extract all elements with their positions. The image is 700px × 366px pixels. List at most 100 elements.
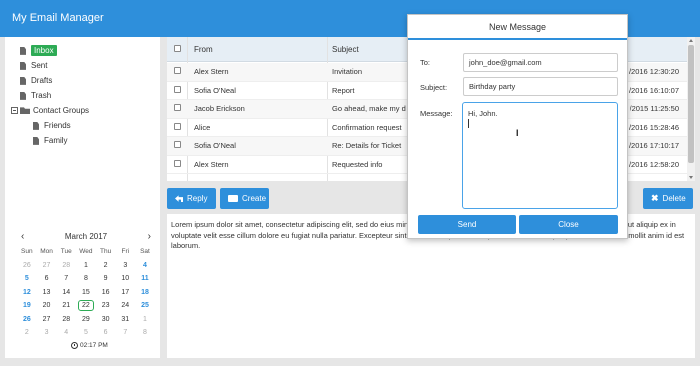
calendar-day[interactable]: 2 [96, 259, 116, 273]
calendar-day[interactable]: 29 [76, 313, 96, 327]
folder-item-drafts[interactable]: Drafts [11, 73, 156, 88]
collapse-toggle-icon[interactable] [11, 107, 18, 115]
row-select-cell [174, 82, 181, 101]
scroll-down-arrow-icon[interactable] [689, 176, 693, 179]
folder-label: Contact Groups [33, 106, 90, 115]
calendar-day[interactable]: 8 [76, 272, 96, 286]
calendar-day[interactable]: 6 [37, 272, 57, 286]
close-button[interactable]: Close [519, 215, 618, 234]
row-checkbox[interactable] [174, 141, 181, 148]
delete-button[interactable]: ✖ Delete [643, 188, 693, 209]
calendar-today[interactable]: 22 [78, 300, 94, 311]
calendar-day[interactable]: 12 [17, 286, 37, 300]
file-icon [20, 91, 26, 100]
row-checkbox[interactable] [174, 122, 181, 130]
file-icon [20, 61, 26, 70]
calendar-day[interactable]: 28 [56, 313, 76, 327]
left-panel: Inbox Sent Drafts Trash Contact Groups Friend… [5, 37, 160, 358]
calendar-day[interactable]: 20 [37, 299, 57, 313]
subject-field[interactable]: Birthday party [463, 77, 618, 96]
row-checkbox[interactable] [174, 85, 181, 93]
message-label: Message: [420, 109, 453, 118]
calendar-day[interactable]: 15 [76, 286, 96, 300]
scroll-up-arrow-icon[interactable] [689, 39, 693, 42]
calendar-day[interactable]: 17 [115, 286, 135, 300]
delete-label: Delete [662, 194, 686, 203]
folder-item-family[interactable]: Family [11, 133, 156, 148]
row-checkbox[interactable] [174, 67, 181, 74]
to-field[interactable]: john_doe@gmail.com [463, 53, 618, 72]
calendar-day[interactable]: 2 [17, 326, 37, 340]
calendar-day[interactable]: 4 [135, 259, 155, 273]
select-all-checkbox[interactable] [174, 45, 181, 52]
calendar-day[interactable]: 5 [76, 326, 96, 340]
calendar-day[interactable]: 31 [115, 313, 135, 327]
calendar-day[interactable]: 3 [115, 259, 135, 273]
calendar-day[interactable]: 6 [96, 326, 116, 340]
date-cell: /2016 12:58:20 [628, 159, 679, 169]
folder-label: Drafts [31, 76, 53, 85]
calendar-day[interactable]: 26 [17, 259, 37, 273]
reply-button[interactable]: Reply [167, 188, 216, 209]
folder-item-sent[interactable]: Sent [11, 58, 156, 73]
calendar-day[interactable]: 16 [96, 286, 116, 300]
calendar-day[interactable]: 25 [135, 299, 155, 313]
file-icon [33, 136, 39, 145]
calendar-day[interactable]: 3 [37, 326, 57, 340]
calendar-day[interactable]: 27 [37, 313, 57, 327]
row-select-cell [174, 100, 181, 119]
folder-label: Sent [31, 61, 48, 70]
calendar-day[interactable]: 7 [115, 326, 135, 340]
date-cell: /2015 11:25:50 [629, 104, 680, 113]
row-checkbox[interactable] [174, 104, 181, 111]
calendar-day[interactable]: 11 [135, 272, 155, 286]
calendar-day[interactable]: 7 [56, 272, 76, 286]
folder-item-trash[interactable]: Trash [11, 88, 156, 103]
table-scrollbar[interactable] [687, 37, 695, 181]
calendar-day[interactable]: 27 [37, 259, 57, 273]
from-cell: Jacob Erickson [194, 104, 245, 113]
file-icon [20, 46, 26, 55]
calendar-day[interactable]: 13 [37, 286, 57, 300]
time-label: 02:17 PM [80, 342, 108, 350]
calendar-time[interactable]: 02:17 PM [71, 342, 108, 349]
calendar-day[interactable]: 8 [135, 326, 155, 340]
row-checkbox[interactable] [174, 159, 181, 167]
calendar-month-label[interactable]: March 2017 [65, 232, 107, 241]
scroll-thumb[interactable] [688, 45, 694, 163]
calendar-day[interactable]: 10 [115, 272, 135, 286]
folder-tree: Inbox Sent Drafts Trash Contact Groups Friend… [11, 43, 156, 148]
calendar-day[interactable]: 14 [56, 286, 76, 300]
folder-item-contact-groups[interactable]: Contact Groups [11, 103, 156, 118]
calendar-day[interactable]: 24 [115, 299, 135, 313]
from-cell: Sofia O'Neal [194, 85, 236, 95]
calendar-day[interactable]: 21 [56, 299, 76, 313]
calendar-day[interactable]: 4 [56, 326, 76, 340]
calendar-next-button[interactable]: › [148, 230, 151, 244]
calendar-grid: Sun Mon Tue Wed Thu Fri Sat 26 27 28 1 2 3 4 5 6 7 8 9 10 11… [17, 245, 155, 340]
send-button[interactable]: Send [418, 215, 516, 234]
weekday-label: Mon [40, 248, 53, 255]
calendar-day[interactable]: 1 [135, 313, 155, 327]
date-cell: /2016 15:28:46 [628, 122, 679, 132]
message-field[interactable]: Hi, John. I [462, 102, 618, 209]
calendar-day[interactable]: 26 [17, 313, 37, 327]
column-header-subject[interactable]: Subject [332, 37, 359, 62]
calendar-day[interactable]: 9 [96, 272, 116, 286]
calendar-day[interactable]: 23 [96, 299, 116, 313]
date-cell: /2016 17:10:17 [628, 141, 679, 150]
calendar-day[interactable]: 18 [135, 286, 155, 300]
calendar-day[interactable]: 1 [76, 259, 96, 273]
calendar-prev-button[interactable]: ‹ [21, 230, 24, 244]
folder-item-inbox[interactable]: Inbox [11, 43, 156, 58]
message-value: Hi, John. [468, 109, 498, 118]
file-icon [33, 121, 39, 130]
subject-value: Birthday party [469, 82, 516, 91]
calendar-day[interactable]: 19 [17, 299, 37, 313]
create-button[interactable]: Create [220, 188, 269, 209]
column-header-from[interactable]: From [194, 37, 213, 62]
calendar-day[interactable]: 5 [17, 272, 37, 286]
calendar-day[interactable]: 30 [96, 313, 116, 327]
folder-item-friends[interactable]: Friends [11, 118, 156, 133]
calendar-day[interactable]: 28 [56, 259, 76, 273]
